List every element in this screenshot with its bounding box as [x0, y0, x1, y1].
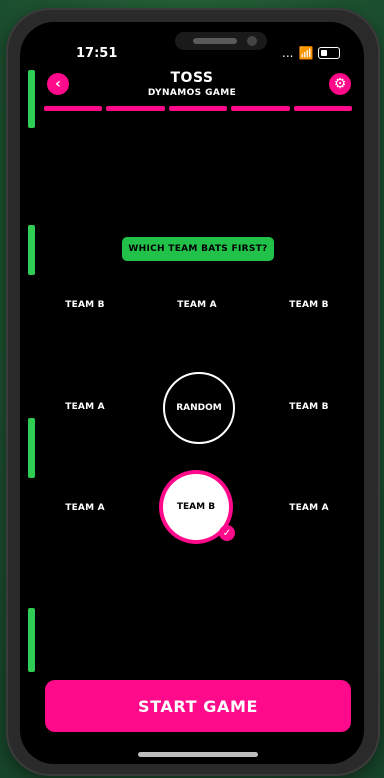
battery-icon — [318, 47, 341, 59]
speaker — [193, 38, 237, 44]
progress-bar — [44, 106, 353, 111]
edge-decoration — [28, 608, 35, 672]
progress-segment — [106, 106, 165, 111]
option-team-b[interactable]: TEAM B — [55, 300, 115, 310]
edge-decoration — [28, 418, 35, 478]
page-subtitle: DYNAMOS GAME — [147, 88, 237, 98]
option-team-a[interactable]: TEAM A — [279, 503, 339, 513]
progress-segment — [293, 106, 353, 111]
edge-decoration — [28, 225, 35, 275]
check-icon: ✓ — [219, 525, 235, 541]
camera-dot — [247, 36, 257, 46]
option-team-a[interactable]: TEAM A — [167, 300, 227, 310]
page-title: TOSS — [170, 70, 214, 86]
signal-dots: ... — [282, 46, 294, 60]
home-indicator[interactable] — [138, 752, 258, 757]
option-team-a[interactable]: TEAM A — [55, 503, 115, 513]
status-time: 17:51 — [76, 46, 118, 61]
progress-segment — [231, 106, 290, 111]
progress-segment — [44, 106, 103, 111]
question-badge: WHICH TEAM BATS FIRST? — [122, 237, 274, 261]
start-game-button[interactable]: START GAME — [45, 680, 351, 732]
notch — [175, 32, 267, 50]
random-option[interactable]: RANDOM — [163, 372, 235, 444]
progress-segment — [168, 106, 228, 111]
wifi-icon: 📶 — [298, 46, 314, 60]
option-team-b[interactable]: TEAM B — [279, 402, 339, 412]
random-label: RANDOM — [176, 403, 222, 413]
selected-label: TEAM B — [176, 502, 216, 512]
option-team-a[interactable]: TEAM A — [55, 402, 115, 412]
option-team-b[interactable]: TEAM B — [279, 300, 339, 310]
status-icons: ... 📶 — [282, 46, 341, 60]
